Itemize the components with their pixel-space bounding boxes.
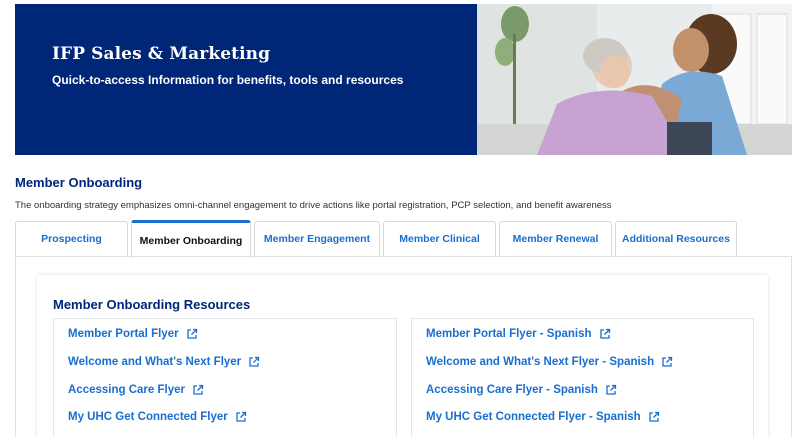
member-portal-flyer-link[interactable]: Member Portal Flyer	[68, 328, 198, 340]
hero-text: IFP Sales & Marketing Quick-to-access In…	[52, 44, 403, 87]
tab-label: Additional Resources	[622, 233, 730, 245]
link-label: Member Portal Flyer - Spanish	[426, 328, 592, 340]
my-uhc-get-connected-flyer-spanish-link[interactable]: My UHC Get Connected Flyer - Spanish	[426, 411, 660, 423]
external-link-icon	[599, 328, 610, 339]
tab-prospecting[interactable]: Prospecting	[15, 221, 128, 256]
tab-label: Member Engagement	[263, 233, 371, 245]
section-title: Member Onboarding	[15, 175, 143, 190]
external-link-icon	[186, 328, 197, 339]
accessing-care-flyer-link[interactable]: Accessing Care Flyer	[68, 384, 204, 396]
tab-additional-resources[interactable]: Additional Resources	[615, 221, 737, 256]
tab-member-renewal[interactable]: Member Renewal	[499, 221, 612, 256]
hero-photo-caregiver-and-senior	[477, 4, 792, 155]
tab-member-onboarding[interactable]: Member Onboarding	[131, 220, 251, 258]
tab-label: Member Onboarding	[139, 234, 243, 247]
hero-title: IFP Sales & Marketing	[52, 44, 271, 64]
welcome-whats-next-flyer-link[interactable]: Welcome and What's Next Flyer	[68, 356, 260, 368]
link-label: Member Portal Flyer	[68, 328, 179, 340]
tab-label: Member Renewal	[512, 233, 599, 245]
link-label: My UHC Get Connected Flyer	[68, 411, 228, 423]
external-link-icon	[193, 384, 204, 395]
my-uhc-get-connected-flyer-link[interactable]: My UHC Get Connected Flyer	[68, 411, 247, 423]
external-link-icon	[662, 356, 673, 367]
tab-member-engagement[interactable]: Member Engagement	[254, 221, 380, 256]
external-link-icon	[649, 411, 659, 422]
external-link-icon	[249, 356, 260, 367]
resources-title: Member Onboarding Resources	[53, 297, 251, 312]
external-link-icon	[606, 384, 617, 395]
tab-label: Member Clinical	[399, 233, 480, 245]
external-link-icon	[236, 411, 246, 422]
welcome-whats-next-flyer-spanish-link[interactable]: Welcome and What's Next Flyer - Spanish	[426, 356, 673, 368]
hero-subtitle: Quick-to-access Information for benefits…	[52, 73, 404, 87]
link-label: Accessing Care Flyer - Spanish	[426, 384, 598, 396]
section-description: The onboarding strategy emphasizes omni-…	[15, 200, 612, 211]
tab-member-clinical[interactable]: Member Clinical	[383, 221, 496, 256]
member-portal-flyer-spanish-link[interactable]: Member Portal Flyer - Spanish	[426, 328, 611, 340]
accessing-care-flyer-spanish-link[interactable]: Accessing Care Flyer - Spanish	[426, 384, 617, 396]
hero-banner: IFP Sales & Marketing Quick-to-access In…	[15, 4, 792, 155]
tab-label: Prospecting	[41, 233, 102, 245]
link-label: Welcome and What's Next Flyer	[68, 356, 242, 368]
link-label: Welcome and What's Next Flyer - Spanish	[426, 356, 655, 368]
link-label: Accessing Care Flyer	[68, 384, 185, 396]
link-label: My UHC Get Connected Flyer - Spanish	[426, 411, 641, 423]
